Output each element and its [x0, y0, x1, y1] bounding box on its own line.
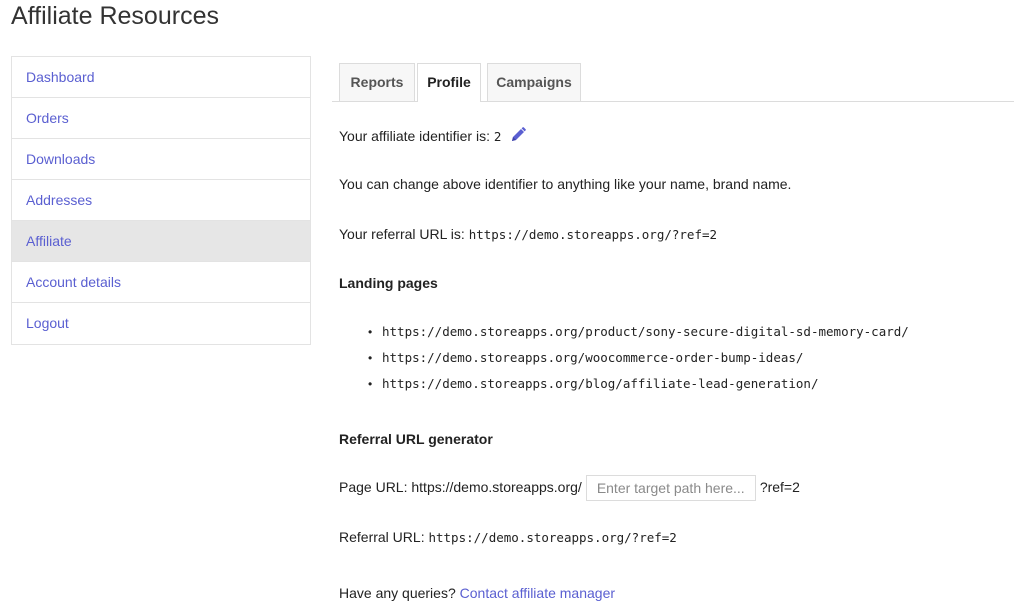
identifier-value: 2 [493, 129, 502, 144]
identifier-label: Your affiliate identifier is: [339, 128, 490, 144]
generator-heading: Referral URL generator [339, 431, 493, 447]
referral-url-label: Your referral URL is: [339, 226, 465, 242]
identifier-row: Your affiliate identifier is: 2 [339, 126, 527, 147]
queries-text: Have any queries? [339, 585, 456, 601]
page-url-label: Page URL: https://demo.storeapps.org/ [339, 479, 582, 495]
referral-url-row: Your referral URL is: https://demo.store… [339, 226, 717, 242]
page-title: Affiliate Resources [11, 2, 219, 30]
queries-row: Have any queries? Contact affiliate mana… [339, 585, 615, 601]
bullet-icon: • [368, 351, 373, 365]
landing-pages-heading: Landing pages [339, 275, 438, 291]
referral-url-value: https://demo.storeapps.org/?ref=2 [468, 227, 718, 242]
generated-url-value: https://demo.storeapps.org/?ref=2 [428, 530, 677, 545]
sidebar-item-downloads[interactable]: Downloads [12, 139, 310, 180]
landing-page-url: https://demo.storeapps.org/woocommerce-o… [382, 350, 804, 365]
tab-reports[interactable]: Reports [339, 63, 415, 101]
bullet-icon: • [368, 325, 373, 339]
sidebar-item-addresses[interactable]: Addresses [12, 180, 310, 221]
list-item: • https://demo.storeapps.org/blog/affilia… [368, 374, 909, 400]
affiliate-tabs: Reports Profile Campaigns [332, 63, 1014, 102]
page-url-row: Page URL: https://demo.storeapps.org/ ?re… [339, 474, 800, 502]
generated-url-label: Referral URL: [339, 529, 425, 545]
sidebar-item-account-details[interactable]: Account details [12, 262, 310, 303]
list-item: • https://demo.storeapps.org/product/sony… [368, 322, 909, 348]
sidebar-item-affiliate[interactable]: Affiliate [12, 221, 310, 262]
sidebar-item-orders[interactable]: Orders [12, 98, 310, 139]
identifier-hint: You can change above identifier to anyth… [339, 176, 792, 192]
list-item: • https://demo.storeapps.org/woocommerce-… [368, 348, 909, 374]
contact-affiliate-manager-link[interactable]: Contact affiliate manager [460, 585, 615, 601]
account-navigation: Dashboard Orders Downloads Addresses Aff… [11, 56, 311, 345]
sidebar-item-logout[interactable]: Logout [12, 303, 310, 344]
landing-page-url: https://demo.storeapps.org/blog/affiliat… [382, 376, 819, 391]
generated-url-row: Referral URL: https://demo.storeapps.org… [339, 529, 677, 545]
pencil-icon[interactable] [509, 126, 527, 147]
sidebar-item-dashboard[interactable]: Dashboard [12, 57, 310, 98]
tab-profile[interactable]: Profile [417, 63, 481, 102]
bullet-icon: • [368, 377, 373, 391]
target-path-input[interactable] [585, 475, 756, 502]
ref-suffix: ?ref=2 [759, 479, 800, 495]
landing-page-url: https://demo.storeapps.org/product/sony-… [382, 324, 909, 339]
tab-campaigns[interactable]: Campaigns [487, 63, 581, 101]
landing-pages-list: • https://demo.storeapps.org/product/sony… [368, 322, 909, 400]
